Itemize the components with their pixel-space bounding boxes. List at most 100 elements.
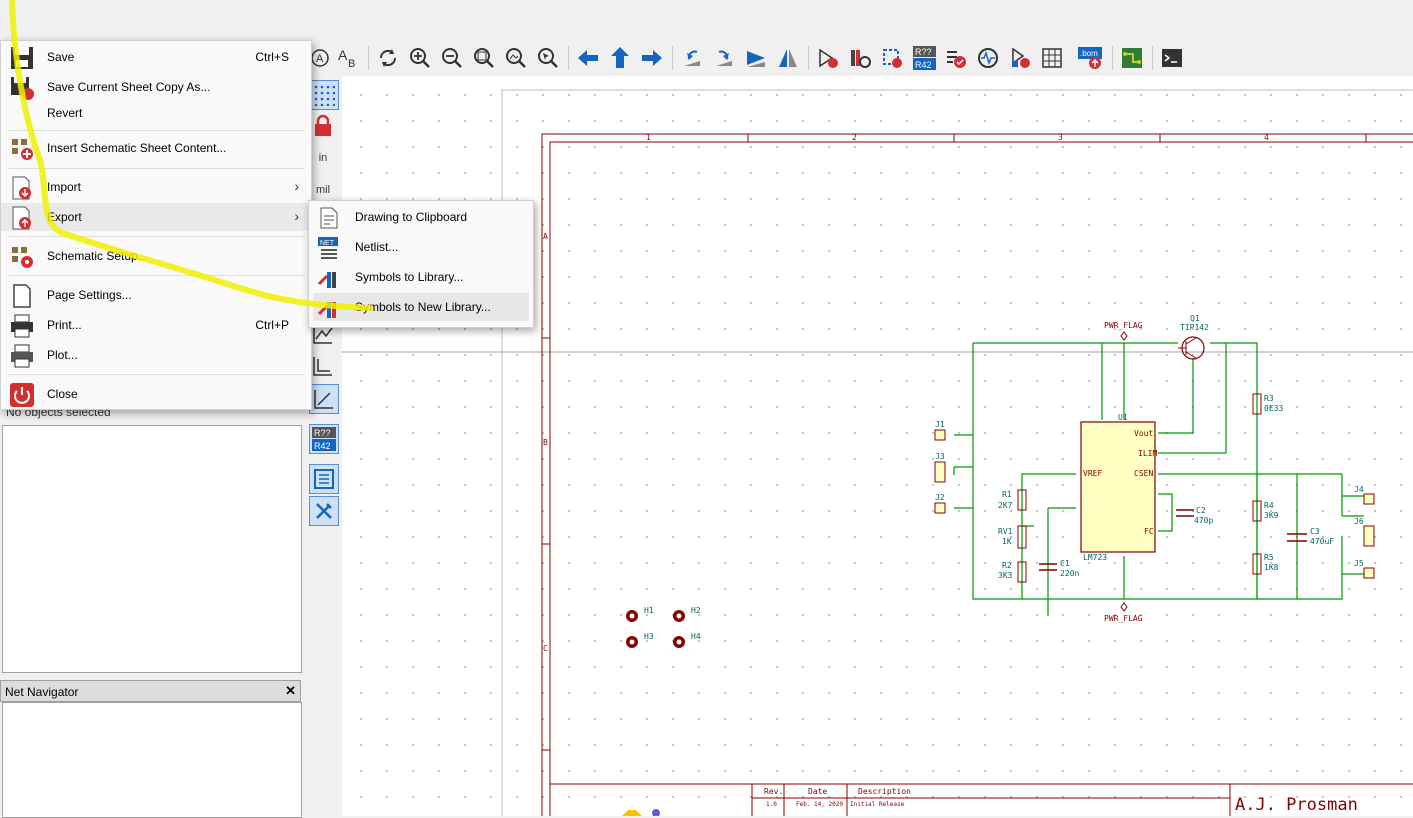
column-label-1: 1 xyxy=(646,133,651,142)
submenu-item-netlist[interactable]: NET Netlist... xyxy=(313,233,529,261)
arrow-up-icon[interactable] xyxy=(608,46,632,70)
properties-list[interactable] xyxy=(2,425,302,673)
unit-inch-toggle[interactable]: in xyxy=(309,144,337,172)
fields-table-icon[interactable] xyxy=(1040,46,1064,70)
h3-ref: H3 xyxy=(644,632,654,641)
title-rev-header: Rev. xyxy=(764,787,783,796)
row-label-a: A xyxy=(543,232,548,241)
left-annotate-bottom: R42 xyxy=(314,441,331,451)
svg-text:A: A xyxy=(316,53,324,65)
pcb-editor-icon[interactable] xyxy=(1120,46,1144,70)
c1-value: 220n xyxy=(1060,569,1079,578)
file-menu: Save Ctrl+S Save Current Sheet Copy As..… xyxy=(0,40,312,410)
title-rev-value: 1.0 xyxy=(766,801,777,808)
menu-item-save[interactable]: Save Ctrl+S xyxy=(1,43,311,71)
schematic-canvas[interactable]: 1 2 3 4 A B C PWR_FLAG PWR_FLAG Q1 TIP14… xyxy=(342,76,1413,816)
menu-item-schematic-setup[interactable]: Schematic Setup... xyxy=(1,242,311,270)
title-desc-header: Description xyxy=(858,787,911,796)
symbol-editor-icon[interactable] xyxy=(816,46,840,70)
zoom-out-icon[interactable] xyxy=(440,46,464,70)
submenu-item-symbols-new-library[interactable]: Symbols to New Library... xyxy=(313,293,529,321)
zoom-in-icon[interactable] xyxy=(408,46,432,70)
save-copy-icon xyxy=(11,77,34,100)
c2-value: 470p xyxy=(1194,516,1213,525)
net-navigator-tree[interactable] xyxy=(2,702,302,818)
hierarchy-panel-icon[interactable] xyxy=(309,464,339,494)
pwr-flag-bottom-label: PWR_FLAG xyxy=(1104,614,1143,623)
close-icon[interactable]: ✕ xyxy=(285,683,296,699)
submenu-item-symbols-library[interactable]: Symbols to Library... xyxy=(313,263,529,291)
menu-item-close[interactable]: Close xyxy=(1,380,311,408)
j5-ref: J5 xyxy=(1354,559,1364,568)
page-settings-icon xyxy=(13,284,31,308)
menu-item-revert[interactable]: Revert xyxy=(1,99,311,127)
column-label-4: 4 xyxy=(1264,133,1269,142)
u1-pin-fc: FC xyxy=(1144,527,1154,536)
rotate-ccw-icon[interactable] xyxy=(680,46,704,70)
netlist-icon: NET xyxy=(318,237,338,259)
mirror-horizontal-icon[interactable] xyxy=(776,46,800,70)
menu-item-plot[interactable]: Plot... xyxy=(1,341,311,369)
menu-item-import[interactable]: Import › xyxy=(1,173,311,201)
zoom-fit-icon[interactable] xyxy=(472,46,496,70)
annotate-toggle[interactable]: R?? R42 xyxy=(309,424,339,454)
save-icon xyxy=(11,47,33,69)
column-label-2: 2 xyxy=(852,133,857,142)
menu-item-shortcut: Ctrl+P xyxy=(255,318,289,332)
title-author: A.J. Prosman xyxy=(1235,795,1358,815)
u1-pin-vout: Vout xyxy=(1134,429,1153,438)
menu-item-export[interactable]: Export › xyxy=(1,203,311,231)
rotate-cw-icon[interactable] xyxy=(712,46,736,70)
line-mode-90-icon[interactable] xyxy=(309,352,337,380)
line-mode-45-icon[interactable] xyxy=(309,384,339,414)
menu-item-label: Insert Schematic Sheet Content... xyxy=(47,141,227,155)
c1-ref: C1 xyxy=(1060,559,1070,568)
title-desc-value: Initial Release xyxy=(850,801,905,808)
scripting-console-icon[interactable] xyxy=(1160,46,1184,70)
simulator-icon[interactable] xyxy=(976,46,1000,70)
submenu-arrow-icon: › xyxy=(294,208,299,224)
arrow-right-icon[interactable] xyxy=(640,46,664,70)
submenu-item-label: Symbols to Library... xyxy=(355,270,464,284)
properties-panel-icon[interactable] xyxy=(309,496,339,526)
h2-ref: H2 xyxy=(691,606,701,615)
u1-value: LM723 xyxy=(1083,553,1107,562)
plot-icon xyxy=(11,344,33,368)
menu-item-label: Print... xyxy=(47,318,82,332)
h1-ref: H1 xyxy=(644,606,654,615)
refresh-icon[interactable] xyxy=(376,46,400,70)
submenu-item-drawing-clipboard[interactable]: Drawing to Clipboard xyxy=(313,203,529,231)
title-date-header: Date xyxy=(808,787,827,796)
j2-ref: J2 xyxy=(935,493,945,502)
text-style-icon[interactable]: AB xyxy=(336,46,360,70)
r5-value: 1K8 xyxy=(1264,563,1279,572)
mirror-vertical-icon[interactable] xyxy=(744,46,768,70)
lock-icon[interactable] xyxy=(309,112,337,140)
svg-text:NET: NET xyxy=(320,240,335,247)
menu-item-page-settings[interactable]: Page Settings... xyxy=(1,281,311,309)
footprint-assign-icon[interactable] xyxy=(880,46,904,70)
bom-icon[interactable]: .bom xyxy=(1076,46,1104,70)
menu-item-insert-sheet[interactable]: Insert Schematic Sheet Content... xyxy=(1,134,311,162)
erc-icon[interactable] xyxy=(944,46,968,70)
netlist-export-icon[interactable] xyxy=(1008,46,1032,70)
clipboard-icon xyxy=(320,207,338,229)
menu-item-print[interactable]: Print... Ctrl+P xyxy=(1,311,311,339)
annotate-icon[interactable]: R?? R42 xyxy=(912,46,936,70)
zoom-selection-icon[interactable] xyxy=(536,46,560,70)
import-icon xyxy=(12,176,31,200)
q1-ref: Q1 xyxy=(1190,314,1200,323)
zoom-objects-icon[interactable] xyxy=(504,46,528,70)
symbol-library-icon[interactable] xyxy=(848,46,872,70)
menu-item-save-copy[interactable]: Save Current Sheet Copy As... xyxy=(1,73,311,101)
rv1-value: 1K xyxy=(1002,537,1012,546)
unit-in-label: in xyxy=(318,152,328,164)
arrow-left-icon[interactable] xyxy=(576,46,600,70)
svg-text:B: B xyxy=(348,58,355,69)
u1-pin-csen: CSEN xyxy=(1134,469,1153,478)
submenu-item-label: Symbols to New Library... xyxy=(355,300,491,314)
grid-toggle-icon[interactable] xyxy=(309,80,339,110)
unit-mil-label: mil xyxy=(315,184,331,196)
row-label-c: C xyxy=(543,644,548,653)
submenu-arrow-icon: › xyxy=(294,178,299,194)
